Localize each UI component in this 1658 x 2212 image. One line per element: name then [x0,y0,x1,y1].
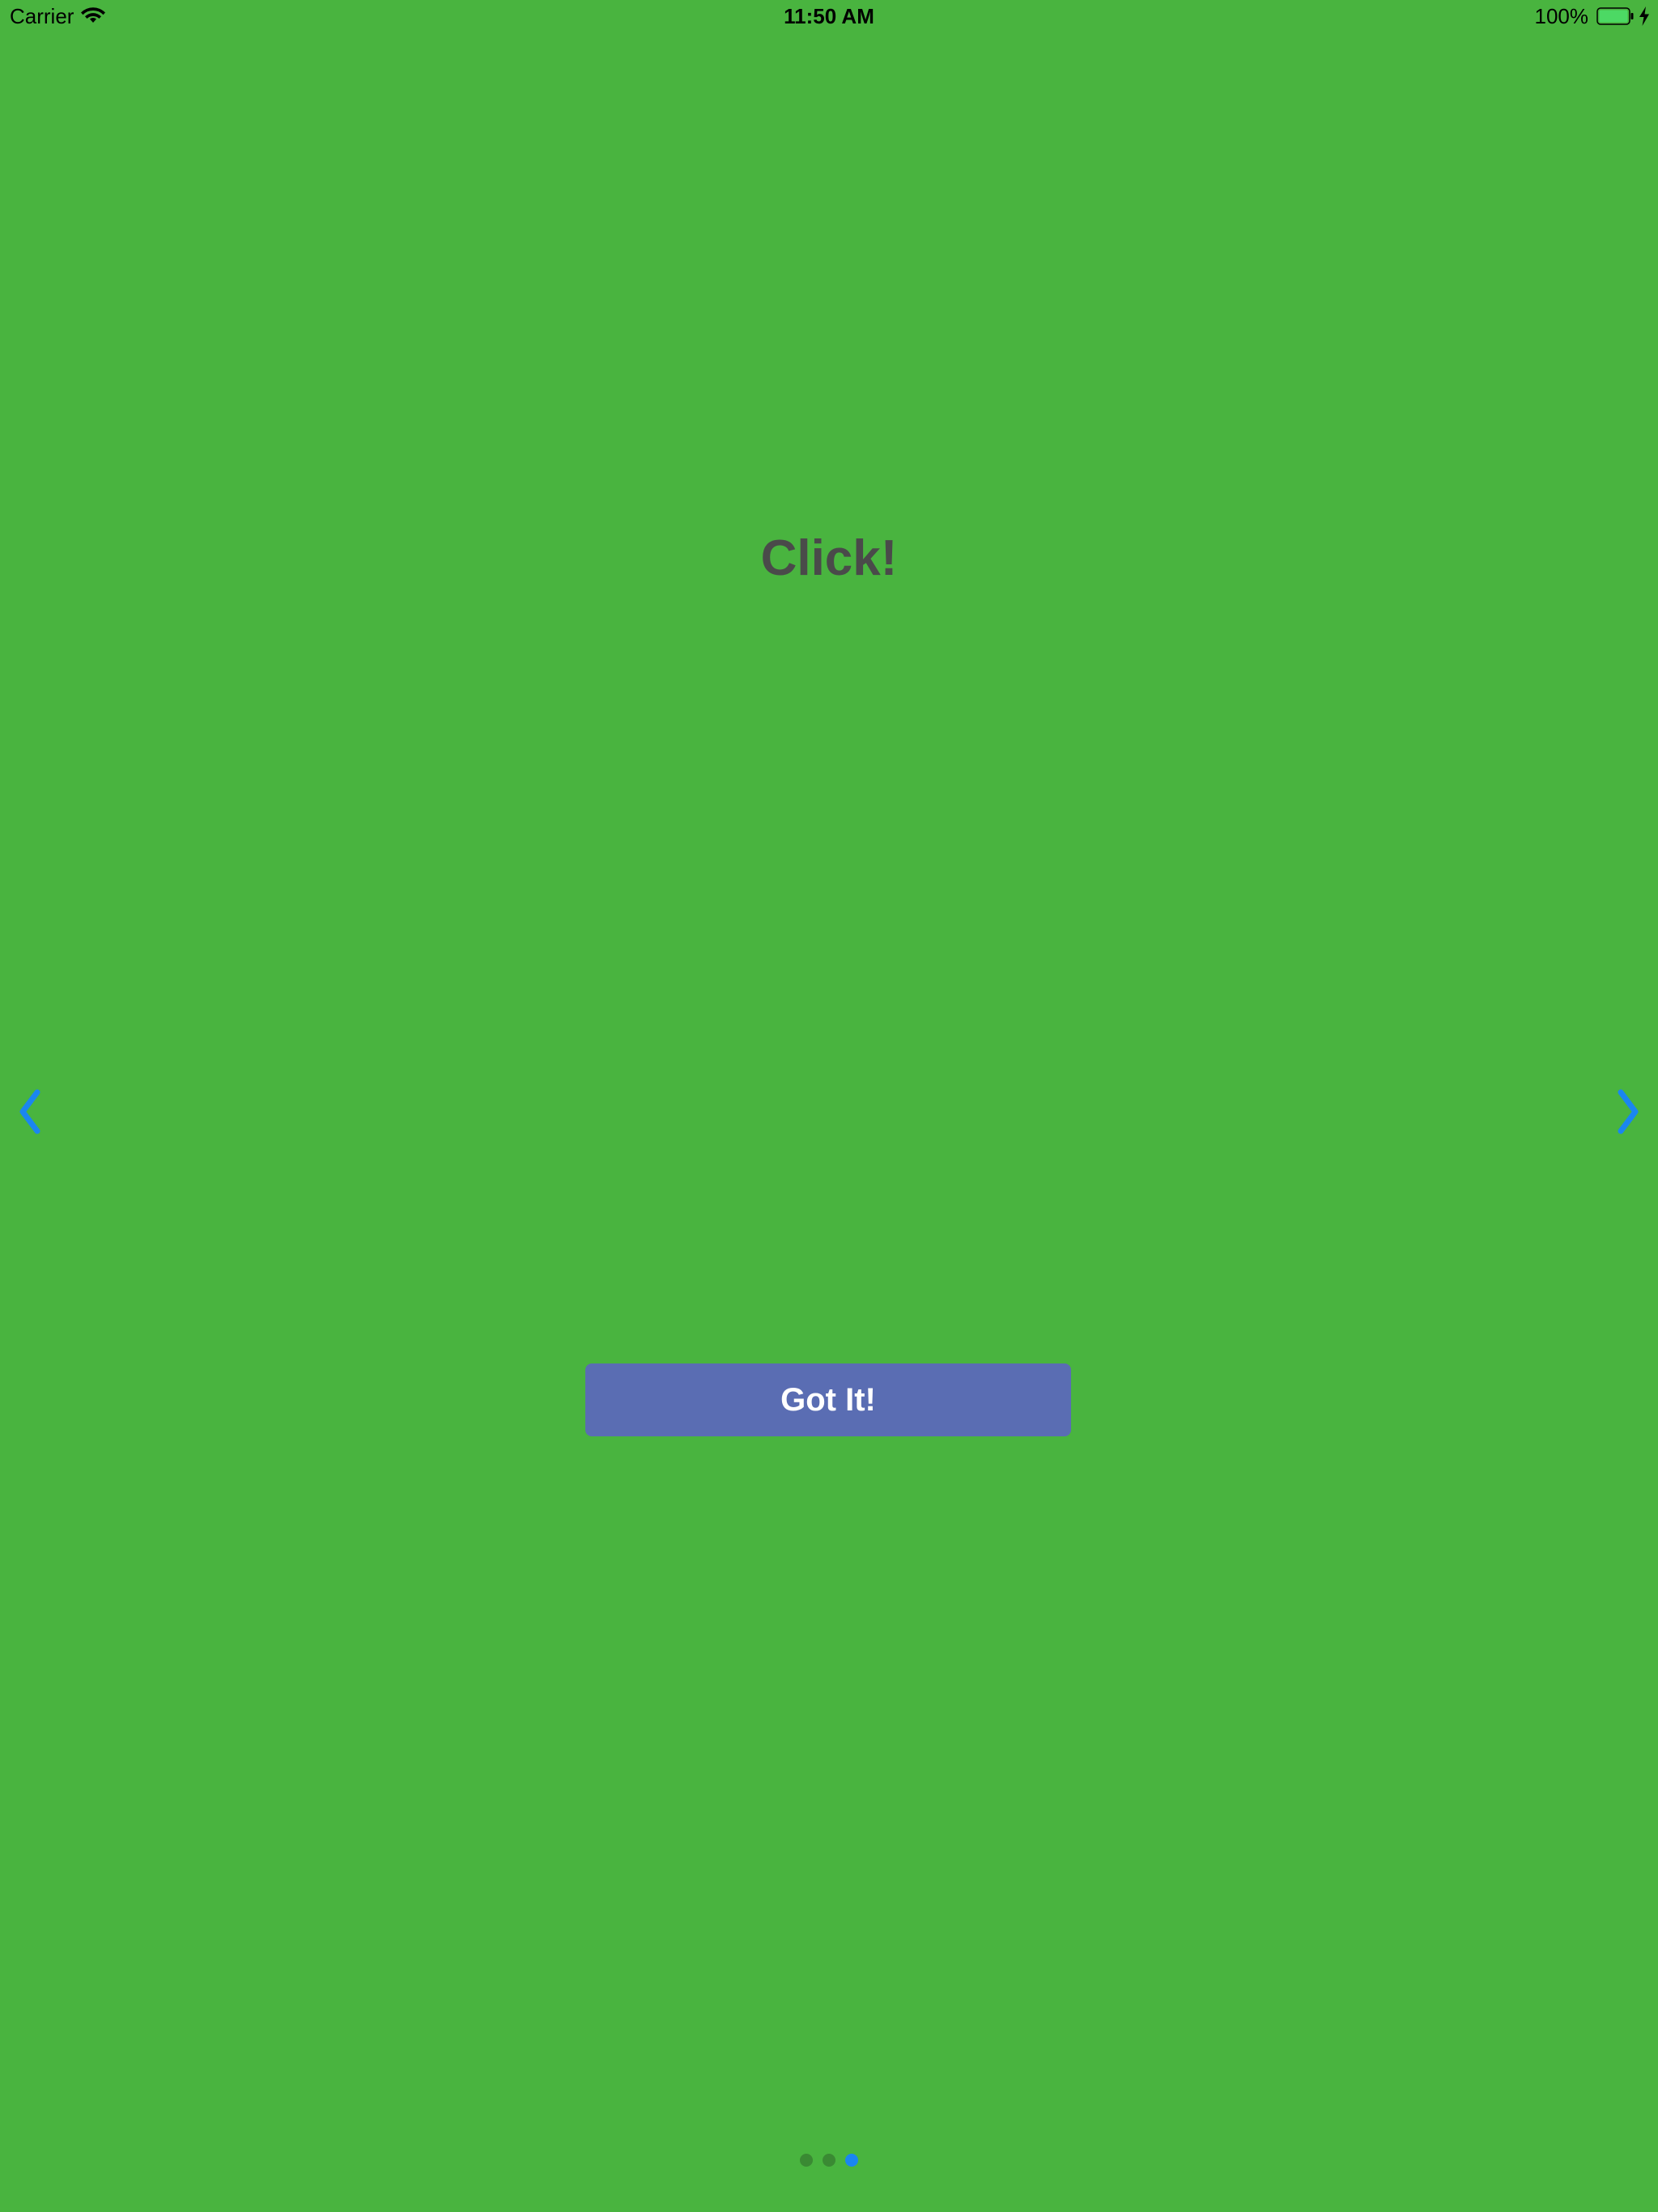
onboarding-screen: Carrier 11:50 AM 100% Click! Got It! [0,0,1658,2212]
charging-bolt-icon [1639,6,1649,26]
battery-percent: 100% [1534,4,1589,28]
battery-full-icon [1596,7,1634,25]
chevron-right-icon [1618,1089,1639,1134]
got-it-button[interactable]: Got It! [585,1363,1071,1436]
status-bar: Carrier 11:50 AM 100% [0,0,1658,32]
chevron-left-icon [19,1089,40,1134]
page-indicator[interactable] [0,2152,1658,2168]
onboarding-headline: Click! [760,530,898,586]
previous-page-button[interactable] [15,1089,47,1134]
status-time: 11:50 AM [784,4,874,28]
page-dot[interactable] [823,2154,835,2167]
next-page-button[interactable] [1611,1089,1643,1134]
page-dot[interactable] [845,2154,858,2167]
page-dot[interactable] [800,2154,813,2167]
